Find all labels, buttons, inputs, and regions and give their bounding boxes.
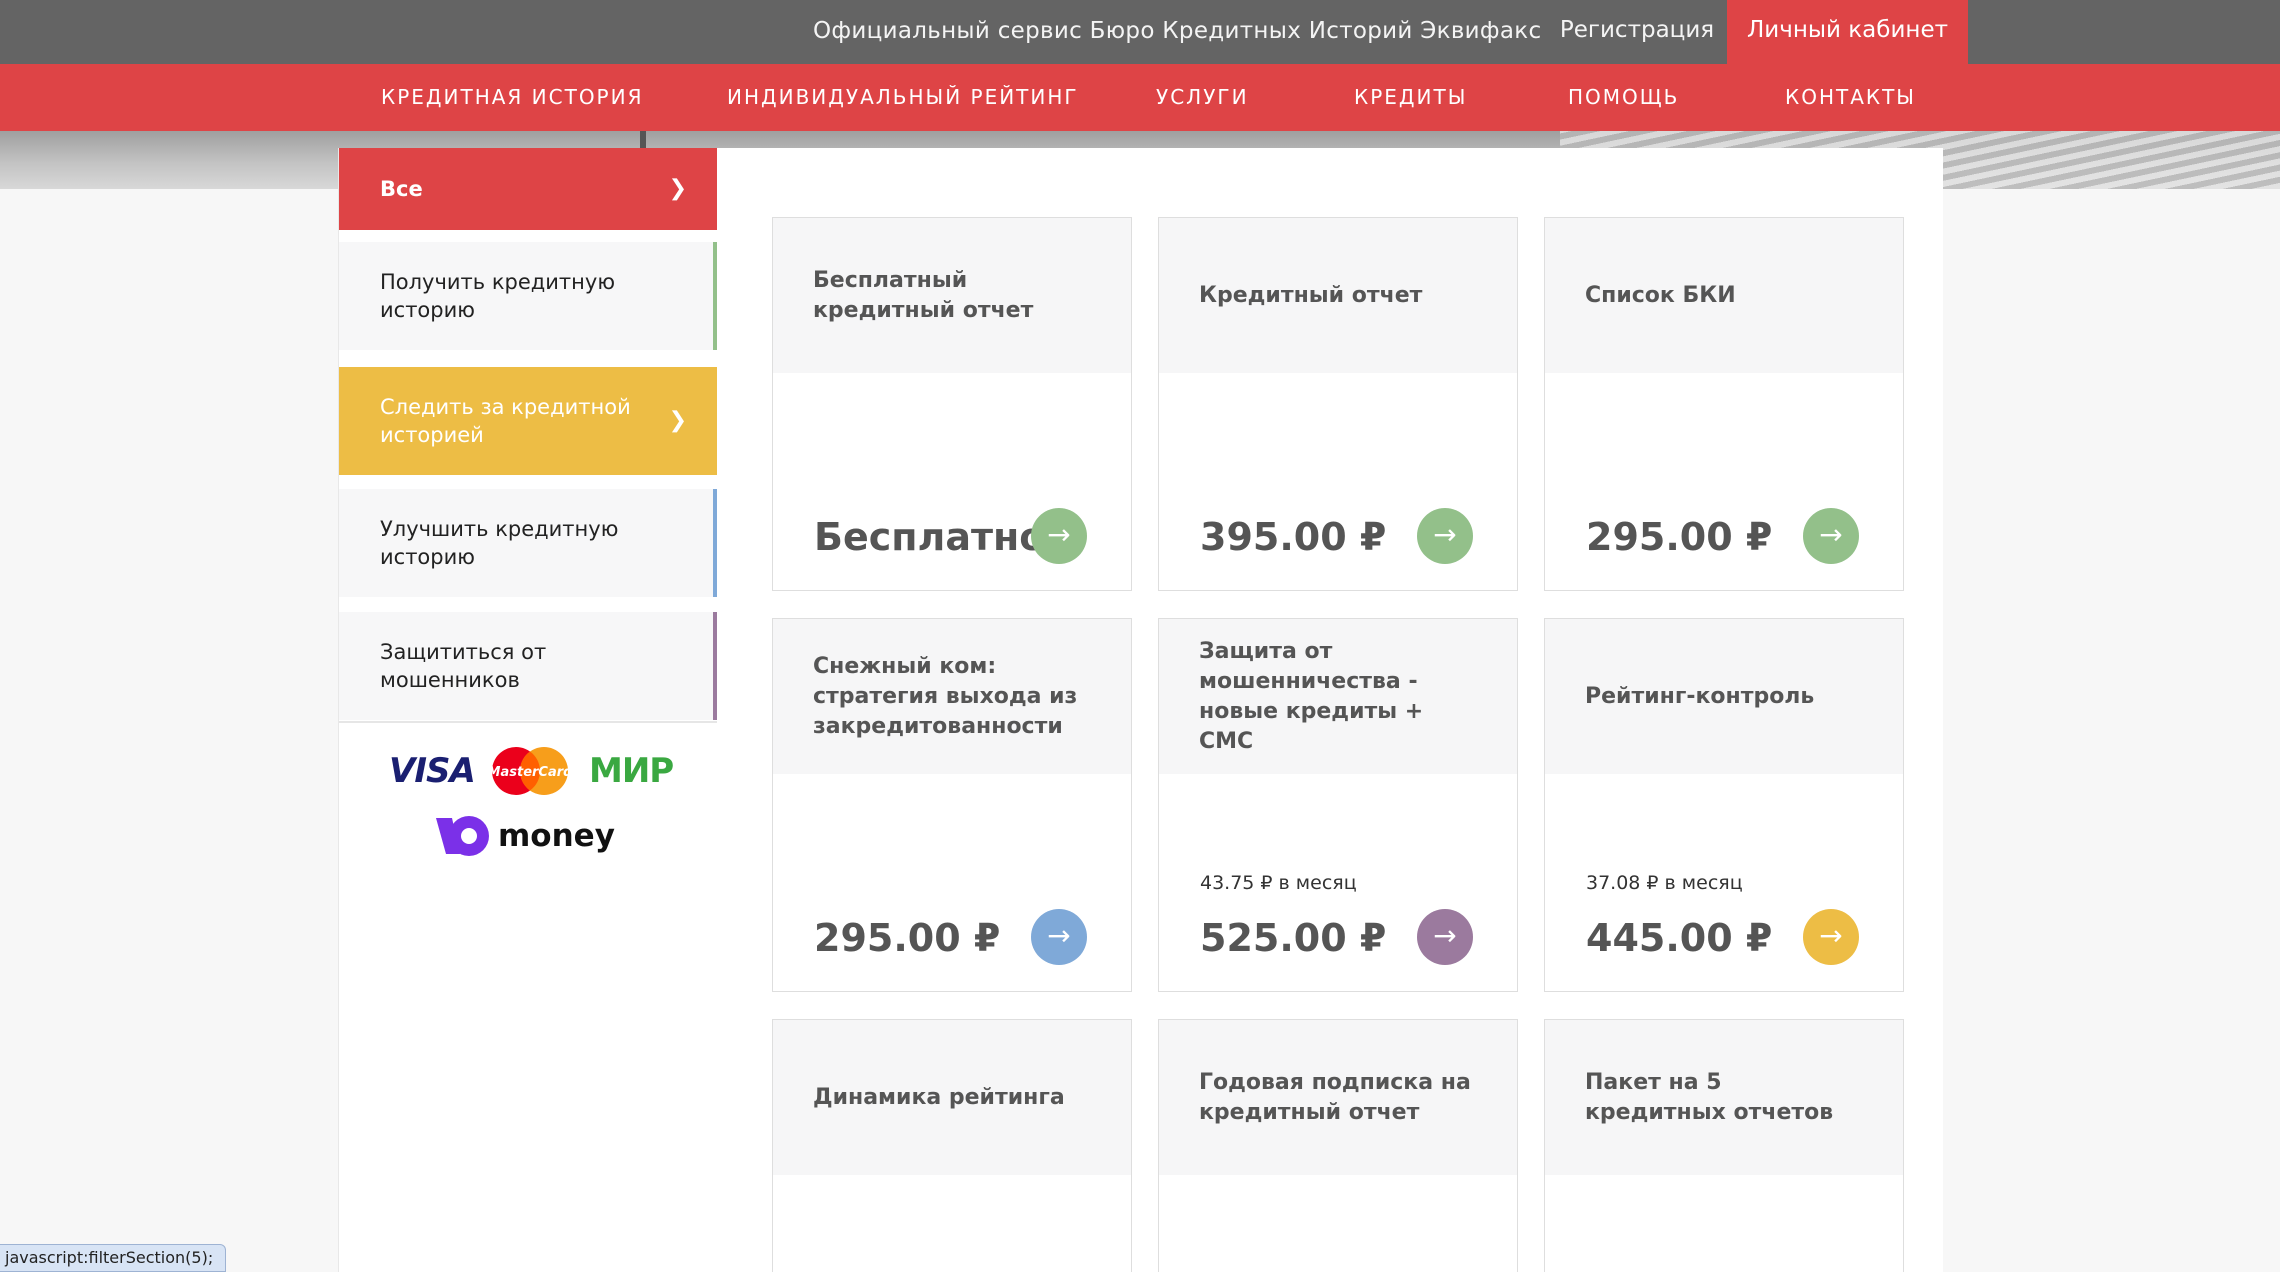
sidebar-item-label: Защититься от мошенников [380, 640, 547, 692]
mastercard-logo: MasterCard [488, 747, 573, 795]
card-per-month: 37.08 ₽ в месяц [1586, 872, 1743, 894]
mir-logo: МИР [589, 751, 674, 791]
service-card-snowball[interactable]: Снежный ком: стратегия выхода из закреди… [772, 618, 1132, 992]
card-title: Рейтинг-контроль [1545, 619, 1903, 774]
card-price: 525.00 ₽ [1200, 916, 1387, 960]
service-card-free-report[interactable]: Бесплатный кредитный отчет Бесплатно → [772, 217, 1132, 591]
sidebar-item-watch-history[interactable]: Следить за кредитной историей ❯ [339, 367, 717, 475]
nav-individual-rating[interactable]: ИНДИВИДУАЛЬНЫЙ РЕЙТИНГ [727, 64, 1079, 131]
payment-logos: VISA MasterCard МИР money [339, 746, 717, 866]
service-card-fraud-protection[interactable]: Защита от мошенничества - новые кредиты … [1158, 618, 1518, 992]
category-sidebar: Все ❯ Получить кредитную историю Следить… [338, 148, 718, 1272]
nav-credits[interactable]: КРЕДИТЫ [1354, 64, 1467, 131]
top-bar: Официальный сервис Бюро Кредитных Истори… [0, 0, 2280, 64]
services-panel: Бесплатный кредитный отчет Бесплатно → К… [718, 148, 1943, 1272]
sidebar-item-all[interactable]: Все ❯ [339, 148, 717, 230]
card-price: 395.00 ₽ [1200, 515, 1387, 559]
arrow-right-button[interactable]: → [1031, 909, 1087, 965]
card-price: 445.00 ₽ [1586, 916, 1773, 960]
nav-help[interactable]: ПОМОЩЬ [1568, 64, 1679, 131]
yoomoney-icon [436, 816, 489, 856]
service-card-five-reports[interactable]: Пакет на 5 кредитных отчетов [1544, 1019, 1904, 1272]
card-price: 295.00 ₽ [814, 916, 1001, 960]
arrow-right-button[interactable]: → [1417, 909, 1473, 965]
sidebar-accent-bar [713, 612, 717, 720]
card-title: Кредитный отчет [1159, 218, 1517, 373]
card-title: Годовая подписка на кредитный отчет [1159, 1020, 1517, 1175]
yoomoney-logo: money [434, 814, 615, 858]
service-card-bki-list[interactable]: Список БКИ 295.00 ₽ → [1544, 217, 1904, 591]
service-card-credit-report[interactable]: Кредитный отчет 395.00 ₽ → [1158, 217, 1518, 591]
card-title: Пакет на 5 кредитных отчетов [1545, 1020, 1903, 1175]
sidebar-item-fraud-protection[interactable]: Защититься от мошенников [339, 612, 717, 720]
visa-logo: VISA [389, 751, 476, 791]
sidebar-item-get-history[interactable]: Получить кредитную историю [339, 242, 717, 350]
arrow-right-button[interactable]: → [1803, 508, 1859, 564]
main-navigation: КРЕДИТНАЯ ИСТОРИЯ ИНДИВИДУАЛЬНЫЙ РЕЙТИНГ… [0, 64, 2280, 131]
service-card-annual-subscription[interactable]: Годовая подписка на кредитный отчет [1158, 1019, 1518, 1272]
hero-decoration [640, 131, 646, 149]
chevron-right-icon: ❯ [668, 176, 687, 201]
status-bar-url: javascript:filterSection(5); [0, 1244, 227, 1272]
service-card-rating-dynamics[interactable]: Динамика рейтинга [772, 1019, 1132, 1272]
register-link[interactable]: Регистрация [1545, 0, 1729, 64]
sidebar-item-label: Улучшить кредитную историю [380, 517, 619, 569]
yoomoney-wordmark: money [498, 818, 615, 854]
nav-services[interactable]: УСЛУГИ [1156, 64, 1249, 131]
arrow-right-button[interactable]: → [1031, 508, 1087, 564]
card-title: Снежный ком: стратегия выхода из закреди… [773, 619, 1131, 774]
arrow-right-button[interactable]: → [1417, 508, 1473, 564]
sidebar-divider [339, 721, 717, 723]
sidebar-accent-bar [713, 489, 717, 597]
sidebar-item-improve-history[interactable]: Улучшить кредитную историю [339, 489, 717, 597]
nav-contacts[interactable]: КОНТАКТЫ [1785, 64, 1916, 131]
card-title: Динамика рейтинга [773, 1020, 1131, 1175]
card-per-month: 43.75 ₽ в месяц [1200, 872, 1357, 894]
chevron-right-icon: ❯ [668, 408, 687, 433]
sidebar-item-label: Получить кредитную историю [380, 270, 615, 322]
sidebar-item-label: Следить за кредитной историей [380, 395, 631, 447]
brand-title[interactable]: Официальный сервис Бюро Кредитных Истори… [813, 0, 1541, 64]
nav-credit-history[interactable]: КРЕДИТНАЯ ИСТОРИЯ [381, 64, 643, 131]
card-price: Бесплатно [814, 515, 1046, 559]
card-title: Бесплатный кредитный отчет [773, 218, 1131, 373]
arrow-right-button[interactable]: → [1803, 909, 1859, 965]
service-card-rating-control[interactable]: Рейтинг-контроль 37.08 ₽ в месяц 445.00 … [1544, 618, 1904, 992]
card-price: 295.00 ₽ [1586, 515, 1773, 559]
card-title: Список БКИ [1545, 218, 1903, 373]
sidebar-item-label: Все [380, 177, 423, 201]
mastercard-logo-text: MasterCard [488, 765, 573, 780]
personal-cabinet-button[interactable]: Личный кабинет [1727, 0, 1968, 64]
sidebar-accent-bar [713, 242, 717, 350]
card-title: Защита от мошенничества - новые кредиты … [1159, 619, 1517, 774]
